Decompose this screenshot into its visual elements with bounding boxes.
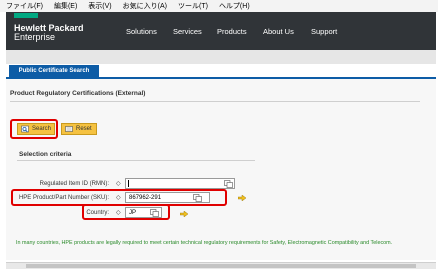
menu-file[interactable]: ファイル(F): [6, 1, 43, 11]
menu-help[interactable]: ヘルプ(H): [219, 1, 250, 11]
country-arrow-icon[interactable]: [180, 211, 188, 217]
menu-view[interactable]: 表示(V): [88, 1, 111, 11]
rmn-lookup-icon[interactable]: [224, 180, 233, 188]
country-highlight-box: [82, 204, 170, 220]
rmn-input[interactable]: [125, 178, 235, 189]
nav-about-us[interactable]: About Us: [263, 27, 294, 36]
subheader-bar: [6, 50, 436, 64]
section-title: Product Regulatory Certifications (Exter…: [10, 90, 146, 97]
reset-icon: [65, 126, 73, 132]
text-cursor: [128, 180, 129, 187]
search-highlight-box: [10, 119, 58, 139]
site-header: Hewlett Packard Enterprise Solutions Ser…: [6, 12, 436, 50]
criteria-divider: [17, 160, 255, 161]
nav-products[interactable]: Products: [217, 27, 247, 36]
hpe-logo[interactable]: Hewlett Packard Enterprise: [14, 24, 84, 42]
nav-support[interactable]: Support: [311, 27, 337, 36]
nav-solutions[interactable]: Solutions: [126, 27, 157, 36]
scrollbar-thumb[interactable]: [26, 264, 416, 268]
rmn-operator-icon[interactable]: ◇: [116, 180, 121, 187]
brand-line-2: Enterprise: [14, 32, 56, 42]
section-divider: [10, 101, 420, 102]
hpe-logo-element: [14, 13, 38, 18]
sku-arrow-icon[interactable]: [238, 195, 246, 201]
menu-tools[interactable]: ツール(T): [178, 1, 208, 11]
menu-favorites[interactable]: お気に入り(A): [123, 1, 167, 11]
regulatory-footer-note: In many countries, HPE products are lega…: [16, 240, 393, 246]
menu-edit[interactable]: 編集(E): [54, 1, 77, 11]
nav-services[interactable]: Services: [173, 27, 202, 36]
horizontal-scrollbar[interactable]: [6, 262, 436, 269]
reset-button-label: Reset: [76, 126, 92, 132]
rmn-label: Regulated Item ID (RMN):: [39, 181, 109, 187]
browser-menu-bar: ファイル(F) 編集(E) 表示(V) お気に入り(A) ツール(T) ヘルプ(…: [0, 0, 438, 12]
tab-public-certificate-search[interactable]: Public Certificate Search: [9, 65, 99, 77]
selection-criteria-title: Selection criteria: [19, 151, 72, 158]
content-panel: [6, 79, 436, 260]
reset-button[interactable]: Reset: [61, 123, 97, 135]
